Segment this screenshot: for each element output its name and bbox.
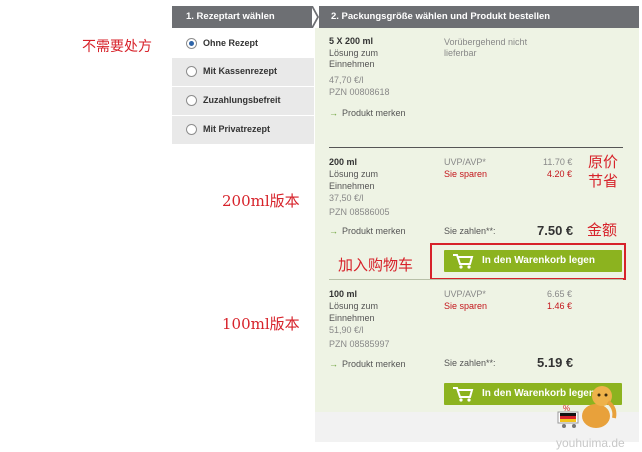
option-privatrezept[interactable]: Mit Privatrezept [172, 116, 314, 144]
product-3-unit-price: 51,90 €/l [329, 325, 364, 335]
annotation-original-price: 原价 [588, 153, 619, 171]
product-3-remember-link[interactable]: → Produkt merken [329, 359, 406, 370]
option-label: Mit Privatrezept [203, 124, 271, 134]
step-2-tab[interactable]: 2. Packungsgröße wählen und Produkt best… [319, 6, 639, 28]
product-2-form-2: Einnehmen [329, 181, 375, 191]
product-3-pzn: PZN 08585997 [329, 339, 390, 349]
product-2-save-value: 4.20 € [547, 169, 573, 179]
product-1-form: Lösung zum [329, 48, 379, 58]
remember-label: Produkt merken [342, 226, 406, 236]
product-2-price: 7.50 € [537, 223, 574, 238]
option-label: Mit Kassenrezept [203, 66, 278, 76]
product-3-price: 5.19 € [537, 355, 574, 370]
radio-selected-icon[interactable] [186, 38, 197, 49]
annotation-200ml-version: 200ml版本 [222, 192, 300, 210]
arrow-right-icon: → [329, 359, 338, 369]
svg-text:%: % [563, 404, 570, 413]
product-1-remember-link[interactable]: → Produkt merken [329, 108, 406, 119]
divider [329, 147, 623, 148]
option-label: Ohne Rezept [203, 38, 259, 48]
product-3-uvp-label: UVP/AVP* [444, 289, 486, 299]
product-2-save-label: Sie sparen [444, 169, 488, 179]
arrow-right-icon: → [329, 108, 338, 118]
product-3-uvp-value: 6.65 € [547, 289, 573, 299]
product-1-size: 5 X 200 ml [329, 36, 374, 46]
product-1-pzn: PZN 00808618 [329, 87, 390, 97]
option-zuzahlungsbefreit[interactable]: Zuzahlungsbefreit [172, 87, 314, 115]
arrow-right-icon: → [329, 226, 338, 236]
annotation-100ml-version: 100ml版本 [222, 315, 300, 333]
product-2-pay-label: Sie zahlen**: [444, 226, 496, 236]
shopping-cart-icon [453, 387, 474, 402]
product-2-size: 200 ml [329, 157, 358, 167]
option-ohne-rezept[interactable]: Ohne Rezept [172, 30, 314, 58]
product-3-form: Lösung zum [329, 301, 379, 311]
highlight-box [430, 243, 626, 280]
radio-icon[interactable] [186, 95, 197, 106]
product-2-pzn: PZN 08586005 [329, 207, 390, 217]
option-label: Zuzahlungsbefreit [203, 95, 281, 105]
product-1-availability: Vorübergehend nicht [444, 37, 528, 47]
product-1-unit-price: 47,70 €/l [329, 75, 364, 85]
divider [329, 279, 623, 280]
step-separator-chevron [311, 6, 319, 28]
remember-label: Produkt merken [342, 359, 406, 369]
annotation-amount: 金额 [587, 221, 618, 239]
product-2-uvp-label: UVP/AVP* [444, 157, 486, 167]
remember-label: Produkt merken [342, 108, 406, 118]
radio-icon[interactable] [186, 124, 197, 135]
product-1-availability-2: lieferbar [444, 48, 477, 58]
product-2-uvp-value: 11.70 € [543, 157, 573, 167]
watermark-text: youhuima.de [556, 436, 625, 450]
step-1-tab[interactable]: 1. Rezeptart wählen [172, 6, 312, 28]
annotation-add-to-cart: 加入购物车 [338, 256, 414, 274]
product-3-pay-label: Sie zahlen**: [444, 358, 496, 368]
annotation-no-prescription: 不需要处方 [82, 39, 152, 55]
radio-icon[interactable] [186, 66, 197, 77]
option-kassenrezept[interactable]: Mit Kassenrezept [172, 58, 314, 86]
product-2-form: Lösung zum [329, 169, 379, 179]
product-2-unit-price: 37,50 €/l [329, 193, 364, 203]
product-3-size: 100 ml [329, 289, 358, 299]
product-1-form-2: Einnehmen [329, 59, 375, 69]
annotation-savings: 节省 [588, 172, 619, 190]
watermark-mascot-icon: % [557, 386, 617, 428]
product-3-form-2: Einnehmen [329, 313, 375, 323]
product-3-save-value: 1.46 € [547, 301, 573, 311]
product-2-remember-link[interactable]: → Produkt merken [329, 226, 406, 237]
product-3-save-label: Sie sparen [444, 301, 488, 311]
